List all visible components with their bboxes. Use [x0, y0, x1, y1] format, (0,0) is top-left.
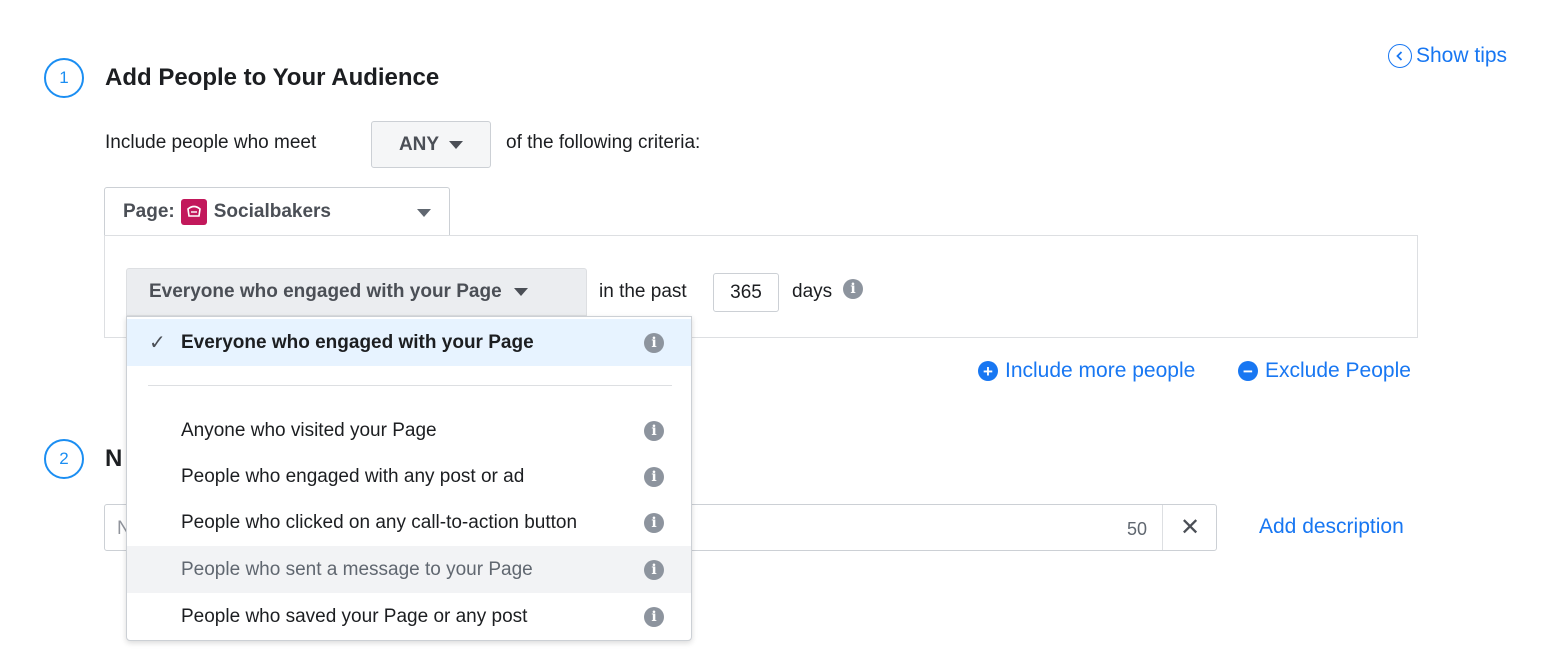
- clear-icon[interactable]: ✕: [1162, 505, 1217, 550]
- days-label: days: [792, 281, 833, 302]
- show-tips-label: Show tips: [1416, 44, 1508, 67]
- include-more-people-label: Include more people: [1005, 359, 1196, 382]
- include-prefix-text: Include people who meet: [105, 132, 317, 153]
- check-icon: ✓: [149, 332, 166, 354]
- dropdown-option-label: People who saved your Page or any post: [181, 605, 528, 627]
- add-description-label: Add description: [1259, 515, 1404, 538]
- engagement-type-label: Everyone who engaged with your Page: [149, 281, 502, 302]
- dropdown-option-clicked-cta[interactable]: People who clicked on any call-to-action…: [127, 499, 691, 546]
- dropdown-option-label: Everyone who engaged with your Page: [181, 331, 534, 353]
- add-description-link[interactable]: Add description: [1259, 515, 1404, 539]
- include-more-people-link[interactable]: + Include more people: [978, 359, 1195, 383]
- dropdown-option-everyone[interactable]: ✓ Everyone who engaged with your Page i: [127, 319, 691, 366]
- match-any-dropdown[interactable]: ANY: [371, 121, 491, 168]
- caret-down-icon: [513, 288, 528, 296]
- section-title-add-people: Add People to Your Audience: [105, 64, 440, 91]
- dropdown-option-saved[interactable]: People who saved your Page or any post i: [127, 593, 691, 640]
- dropdown-option-engaged-post[interactable]: People who engaged with any post or ad i: [127, 453, 691, 500]
- step-number-2: 2: [44, 439, 84, 479]
- exclude-people-label: Exclude People: [1265, 359, 1411, 382]
- dropdown-option-label: Anyone who visited your Page: [181, 419, 437, 441]
- caret-down-icon: [417, 209, 431, 217]
- character-count: 50: [1127, 519, 1148, 539]
- show-tips-link[interactable]: Show tips: [1388, 44, 1507, 68]
- engagement-type-dropdown[interactable]: Everyone who engaged with your Page: [126, 268, 587, 316]
- info-icon[interactable]: i: [644, 512, 664, 533]
- minus-circle-icon: −: [1238, 361, 1258, 381]
- days-input[interactable]: 365: [713, 273, 779, 312]
- dropdown-option-label: People who clicked on any call-to-action…: [181, 511, 578, 533]
- include-suffix-text: of the following criteria:: [506, 132, 701, 153]
- caret-down-icon: [449, 140, 464, 149]
- socialbakers-logo-icon: [180, 198, 207, 225]
- dropdown-divider: [148, 385, 672, 386]
- info-icon[interactable]: i: [644, 420, 664, 441]
- dropdown-option-visited[interactable]: Anyone who visited your Page i: [127, 407, 691, 454]
- section-title-name-audience: N: [105, 445, 123, 472]
- info-icon[interactable]: i: [644, 332, 664, 353]
- engagement-dropdown-menu: ✓ Everyone who engaged with your Page i …: [126, 316, 692, 641]
- in-the-past-text: in the past: [599, 281, 687, 302]
- plus-circle-icon: +: [978, 361, 998, 381]
- dropdown-option-label: People who sent a message to your Page: [181, 558, 533, 580]
- exclude-people-link[interactable]: − Exclude People: [1238, 359, 1411, 383]
- match-any-label: ANY: [398, 133, 440, 155]
- info-icon[interactable]: i: [644, 559, 664, 580]
- info-icon[interactable]: i: [644, 606, 664, 627]
- dropdown-option-sent-message[interactable]: People who sent a message to your Page i: [127, 546, 691, 593]
- page-label: Page:: [123, 200, 175, 222]
- info-icon[interactable]: i: [644, 466, 664, 487]
- chevron-left-circle-icon: [1388, 44, 1412, 68]
- dropdown-option-label: People who engaged with any post or ad: [181, 465, 525, 487]
- page-selector[interactable]: Page: Socialbakers: [104, 187, 450, 235]
- info-icon[interactable]: i: [843, 279, 863, 299]
- step-number-1: 1: [44, 58, 84, 98]
- page-name: Socialbakers: [213, 200, 331, 222]
